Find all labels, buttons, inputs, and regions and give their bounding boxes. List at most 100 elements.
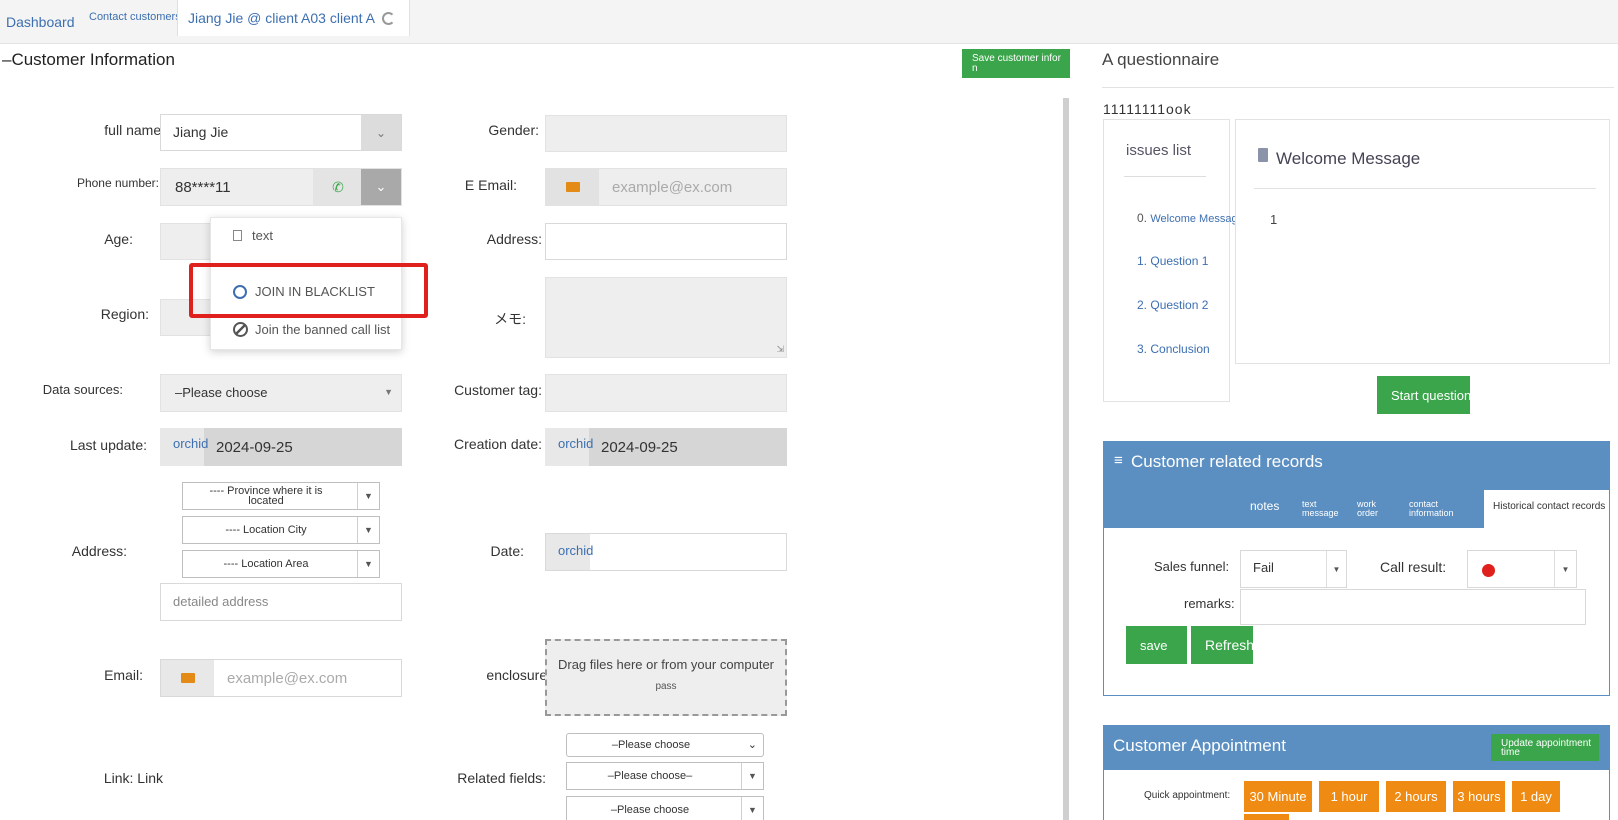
quick-more-button[interactable]	[1244, 814, 1289, 820]
start-questionnaire-button[interactable]: Start questionnaire	[1377, 376, 1500, 414]
last-update-field[interactable]: orchid 2024-09-25	[160, 428, 402, 466]
memo-textarea[interactable]: ⇲	[545, 277, 787, 358]
related-fields-label: Related fields:	[457, 770, 546, 786]
quick-2-hours-button[interactable]: 2 hours	[1386, 781, 1446, 812]
update-appointment-label: Update appointment time	[1501, 737, 1592, 758]
customer-tag-input[interactable]	[545, 374, 787, 412]
tab-historical-label: Historical contact records	[1493, 501, 1606, 512]
menu-item-text[interactable]: text	[233, 228, 273, 243]
sales-funnel-select[interactable]: Fail ▼	[1240, 550, 1347, 588]
records-refresh-button[interactable]: Refresh	[1191, 626, 1253, 664]
chevron-down-icon[interactable]: ⌄	[361, 169, 401, 205]
email-input[interactable]: example@ex.com	[160, 659, 402, 697]
area-select[interactable]: ---- Location Area ▼	[182, 550, 380, 578]
caret-down-icon: ▼	[384, 387, 393, 397]
caret-down-icon: ▼	[1326, 551, 1346, 587]
call-phone-icon[interactable]: ✆	[313, 169, 363, 205]
call-result-select[interactable]: ▼	[1467, 550, 1577, 588]
related-select-3[interactable]: –Please choose ▼	[566, 796, 764, 820]
update-appointment-button[interactable]: Update appointment time	[1491, 734, 1599, 761]
mail-icon	[565, 182, 580, 192]
quick-button-label: 2 hours	[1394, 789, 1438, 804]
document-icon	[233, 230, 242, 241]
last-update-label: Last update:	[69, 437, 147, 453]
refresh-icon[interactable]	[382, 12, 395, 25]
date-label: Date:	[490, 543, 524, 559]
gender-label: Gender:	[488, 122, 539, 138]
menu-item-banned[interactable]: Join the banned call list	[233, 322, 390, 337]
question-content-body: 1	[1270, 212, 1278, 227]
tab-text-message[interactable]: text message	[1302, 500, 1348, 518]
issue-item-2[interactable]: 2. Question 2	[1137, 298, 1208, 312]
data-sources-select[interactable]: –Please choose ▼	[160, 374, 402, 412]
drop-zone-subtext: pass	[655, 681, 677, 692]
full-name-field[interactable]: Jiang Jie ⌄	[160, 114, 402, 151]
appointment-header: Customer Appointment Update appointment …	[1104, 726, 1609, 770]
resize-handle-icon[interactable]: ⇲	[776, 344, 784, 355]
issue-num: 2.	[1137, 298, 1148, 312]
email-label: Email:	[104, 667, 143, 683]
related-select-2[interactable]: –Please choose– ▼	[566, 762, 764, 790]
date-tag: orchid	[558, 543, 594, 558]
issue-item-0[interactable]: 0. Welcome Message	[1137, 211, 1244, 225]
quick-button-label: 1 day	[1520, 789, 1552, 804]
tab-historical-contact-records[interactable]: Historical contact records	[1484, 490, 1609, 528]
tab-contact-customers[interactable]: Contact customers	[89, 0, 181, 34]
link-label: Link: Link	[103, 770, 163, 786]
full-name-value: Jiang Jie	[173, 124, 229, 140]
related-select-1[interactable]: –Please choose ⌄	[566, 733, 764, 757]
file-drop-zone[interactable]: Drag files here or from your computer pa…	[545, 639, 787, 716]
address-label: Address:	[71, 543, 127, 559]
phone-field[interactable]: 88****11 ✆ ⌄	[160, 168, 402, 206]
quick-1-day-button[interactable]: 1 day	[1512, 781, 1560, 812]
divider	[1102, 87, 1614, 88]
issue-item-1[interactable]: 1. Question 1	[1137, 254, 1208, 268]
question-content-panel: Welcome Message 1	[1235, 119, 1610, 364]
issue-label: Question 2	[1150, 298, 1209, 312]
vertical-scrollbar[interactable]	[1063, 98, 1069, 820]
last-update-tag: orchid	[173, 436, 209, 451]
chevron-down-icon[interactable]: ⌄	[361, 115, 401, 150]
divider	[1124, 176, 1206, 177]
questionnaire-code: 11111111ook	[1103, 101, 1192, 117]
menu-item-text-label: text	[252, 228, 273, 243]
tab-active-customer[interactable]: Jiang Jie @ client A03 client A	[177, 0, 410, 36]
divider	[1254, 188, 1596, 189]
date-input[interactable]: orchid	[545, 533, 787, 571]
appointment-title: Customer Appointment	[1113, 736, 1286, 755]
detailed-address-input[interactable]: detailed address	[160, 583, 402, 621]
tab-work-order[interactable]: work order	[1357, 500, 1387, 518]
tab-notes[interactable]: notes	[1250, 499, 1279, 513]
questionnaire-title: A questionnaire	[1102, 50, 1220, 69]
red-status-icon	[1482, 564, 1495, 577]
quick-button-label: 30 Minute	[1249, 789, 1307, 804]
e-email-placeholder: example@ex.com	[612, 179, 733, 196]
quick-1-hour-button[interactable]: 1 hour	[1319, 781, 1379, 812]
records-save-button[interactable]: save	[1126, 626, 1187, 664]
province-select[interactable]: ---- Province where it is located ▼	[182, 482, 380, 510]
e-email-input[interactable]: example@ex.com	[545, 168, 787, 206]
related-1-value: –Please choose	[611, 739, 691, 751]
records-title: Customer related records	[1131, 452, 1323, 471]
tab-dashboard[interactable]: Dashboard	[6, 0, 75, 44]
issue-item-3[interactable]: 3. Conclusion	[1137, 342, 1210, 356]
menu-icon: ≡	[1114, 452, 1123, 469]
remarks-input[interactable]	[1240, 589, 1586, 625]
save-customer-button[interactable]: Save customer infor n	[962, 49, 1070, 78]
issue-label: Welcome Message	[1150, 213, 1244, 225]
ban-icon	[233, 322, 248, 337]
gender-field[interactable]	[545, 115, 787, 152]
quick-button-label: 3 hours	[1457, 789, 1501, 804]
creation-date-field[interactable]: orchid 2024-09-25	[545, 428, 787, 466]
quick-30-minute-button[interactable]: 30 Minute	[1244, 781, 1312, 812]
customer-tag-label: Customer tag:	[454, 382, 542, 398]
city-select[interactable]: ---- Location City ▼	[182, 516, 380, 544]
tab-contact-information[interactable]: contact information	[1409, 500, 1469, 518]
creation-date-value: 2024-09-25	[601, 439, 678, 456]
call-result-label: Call result:	[1380, 559, 1447, 575]
quick-3-hours-button[interactable]: 3 hours	[1453, 781, 1505, 812]
age-label: Age:	[104, 231, 133, 247]
address2-input[interactable]	[545, 223, 787, 260]
tab-dashboard-label: Dashboard	[6, 14, 75, 30]
tab-active-label: Jiang Jie @ client A03 client A	[188, 10, 375, 26]
